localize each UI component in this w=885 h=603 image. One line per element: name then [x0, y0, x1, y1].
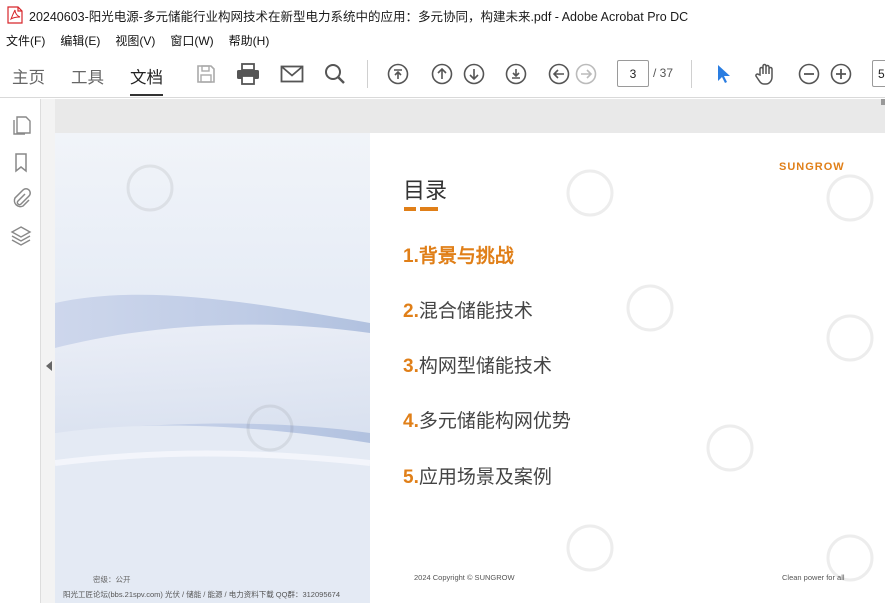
menu-help[interactable]: 帮助(H): [229, 32, 270, 49]
last-page-icon[interactable]: [504, 62, 528, 86]
menu-file[interactable]: 文件(F): [6, 32, 45, 49]
watermark-stamp: [566, 524, 614, 572]
confidentiality-label: 密级：公开: [93, 575, 131, 584]
toc-item-number: 1.: [403, 246, 419, 267]
toolbar: 主页 工具 文档 3 / 37 5: [0, 50, 885, 98]
zoom-level-input[interactable]: 5: [872, 60, 885, 87]
zoom-in-icon[interactable]: [829, 62, 853, 86]
toc-item-number: 4.: [403, 411, 419, 432]
first-page-icon[interactable]: [386, 62, 410, 86]
watermark-stamp: [126, 164, 174, 212]
toc-item-number: 2.: [403, 301, 419, 322]
tab-tools[interactable]: 工具: [71, 64, 104, 96]
left-navigation-panel: [0, 99, 41, 603]
next-page-icon[interactable]: [462, 62, 486, 86]
pdf-file-icon: [7, 6, 23, 24]
bookmark-icon[interactable]: [10, 151, 32, 173]
watermark-stamp: [826, 534, 874, 582]
search-icon[interactable]: [323, 62, 347, 86]
print-icon[interactable]: [236, 62, 260, 86]
toc-item-label: 多元储能构网优势: [418, 411, 571, 432]
hand-icon[interactable]: [754, 62, 778, 86]
watermark-stamp: [826, 314, 874, 362]
toc-item-3[interactable]: 3.构网型储能技术: [403, 351, 552, 378]
page-number-input[interactable]: 3: [617, 60, 649, 87]
cover-artwork: 密级：公开 阳光工匠论坛(bbs.21spv.com) 光伏 / 储能 / 能源…: [55, 133, 370, 603]
toc-item-label: 应用场景及案例: [418, 467, 552, 488]
toolbar-separator: [691, 60, 692, 88]
tab-home[interactable]: 主页: [12, 64, 45, 96]
toc-item-2[interactable]: 2.混合储能技术: [403, 296, 533, 323]
forum-watermark-text: 阳光工匠论坛(bbs.21spv.com) 光伏 / 储能 / 能源 / 电力资…: [63, 590, 341, 599]
window-title: 20240603-阳光电源-多元储能行业构网技术在新型电力系统中的应用：多元协同…: [29, 9, 689, 24]
toc-item-label: 背景与挑战: [418, 246, 514, 267]
toc-item-number: 5.: [403, 467, 419, 488]
toc-section: 目录 1.背景与挑战 2.混合储能技术 3.构网型储能技术 4.多元储能构网优势…: [370, 133, 885, 603]
watermark-stamp: [566, 169, 614, 217]
menu-view[interactable]: 视图(V): [115, 32, 155, 49]
select-cursor-icon[interactable]: [711, 62, 735, 86]
toolbar-separator: [367, 60, 368, 88]
toc-accent-bar: [404, 207, 438, 211]
watermark-stamp: [246, 404, 294, 452]
page-total: / 37: [653, 66, 674, 80]
zoom-out-icon[interactable]: [797, 62, 821, 86]
toc-item-1[interactable]: 1.背景与挑战: [403, 241, 514, 268]
save-icon[interactable]: [194, 62, 218, 86]
prev-page-icon[interactable]: [430, 62, 454, 86]
page-thumbnails-icon[interactable]: [10, 114, 32, 136]
pdf-page: 密级：公开 阳光工匠论坛(bbs.21spv.com) 光伏 / 储能 / 能源…: [55, 133, 885, 603]
watermark-stamp: [626, 284, 674, 332]
toc-item-label: 构网型储能技术: [418, 356, 552, 377]
back-icon[interactable]: [547, 62, 571, 86]
watermark-stamp: [826, 174, 874, 222]
watermark-stamp: [706, 424, 754, 472]
scrollbar-marker[interactable]: [881, 99, 885, 105]
email-icon[interactable]: [280, 62, 304, 86]
toc-item-number: 3.: [403, 356, 419, 377]
toc-item-5[interactable]: 5.应用场景及案例: [403, 462, 552, 489]
tab-document[interactable]: 文档: [130, 64, 163, 96]
menu-edit[interactable]: 编辑(E): [60, 32, 100, 49]
forward-icon[interactable]: [574, 62, 598, 86]
collapse-arrow-icon[interactable]: [46, 361, 52, 371]
menu-bar: 文件(F) 编辑(E) 视图(V) 窗口(W) 帮助(H): [0, 30, 885, 50]
copyright-text: 2024 Copyright © SUNGROW: [414, 573, 515, 582]
toc-item-4[interactable]: 4.多元储能构网优势: [403, 406, 571, 433]
panel-collapse-strip[interactable]: [41, 99, 55, 603]
menu-window[interactable]: 窗口(W): [170, 32, 213, 49]
toc-item-label: 混合储能技术: [418, 301, 533, 322]
layers-icon[interactable]: [10, 225, 32, 247]
toc-title: 目录: [403, 178, 448, 203]
title-bar: 20240603-阳光电源-多元储能行业构网技术在新型电力系统中的应用：多元协同…: [0, 0, 885, 30]
attachment-icon[interactable]: [10, 187, 32, 209]
